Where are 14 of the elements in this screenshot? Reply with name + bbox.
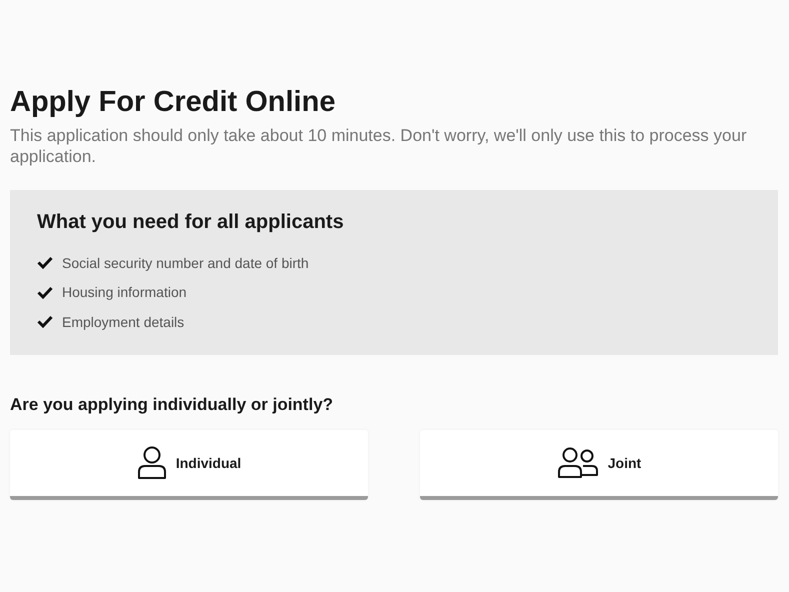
requirements-heading: What you need for all applicants — [37, 211, 345, 234]
requirement-text: Housing information — [62, 284, 187, 300]
checkmark-icon — [37, 256, 53, 270]
option-button[interactable]: Joint — [420, 430, 778, 500]
question-text: Are you applying individually or jointly? — [10, 395, 334, 415]
requirement-text: Employment details — [62, 314, 184, 330]
checkmark-icon — [37, 286, 53, 299]
checkmark-icon — [37, 315, 53, 328]
two-people-icon — [556, 447, 599, 479]
page-title: Apply For Credit Online — [10, 86, 336, 119]
person-icon — [136, 446, 167, 480]
option-button[interactable]: Individual — [10, 430, 368, 500]
intro-text: This application should only take about 10 minutes. Don't worry, we'll only use this to process your application. — [10, 125, 748, 167]
requirement-text: Social security number and date of birth — [62, 254, 309, 271]
